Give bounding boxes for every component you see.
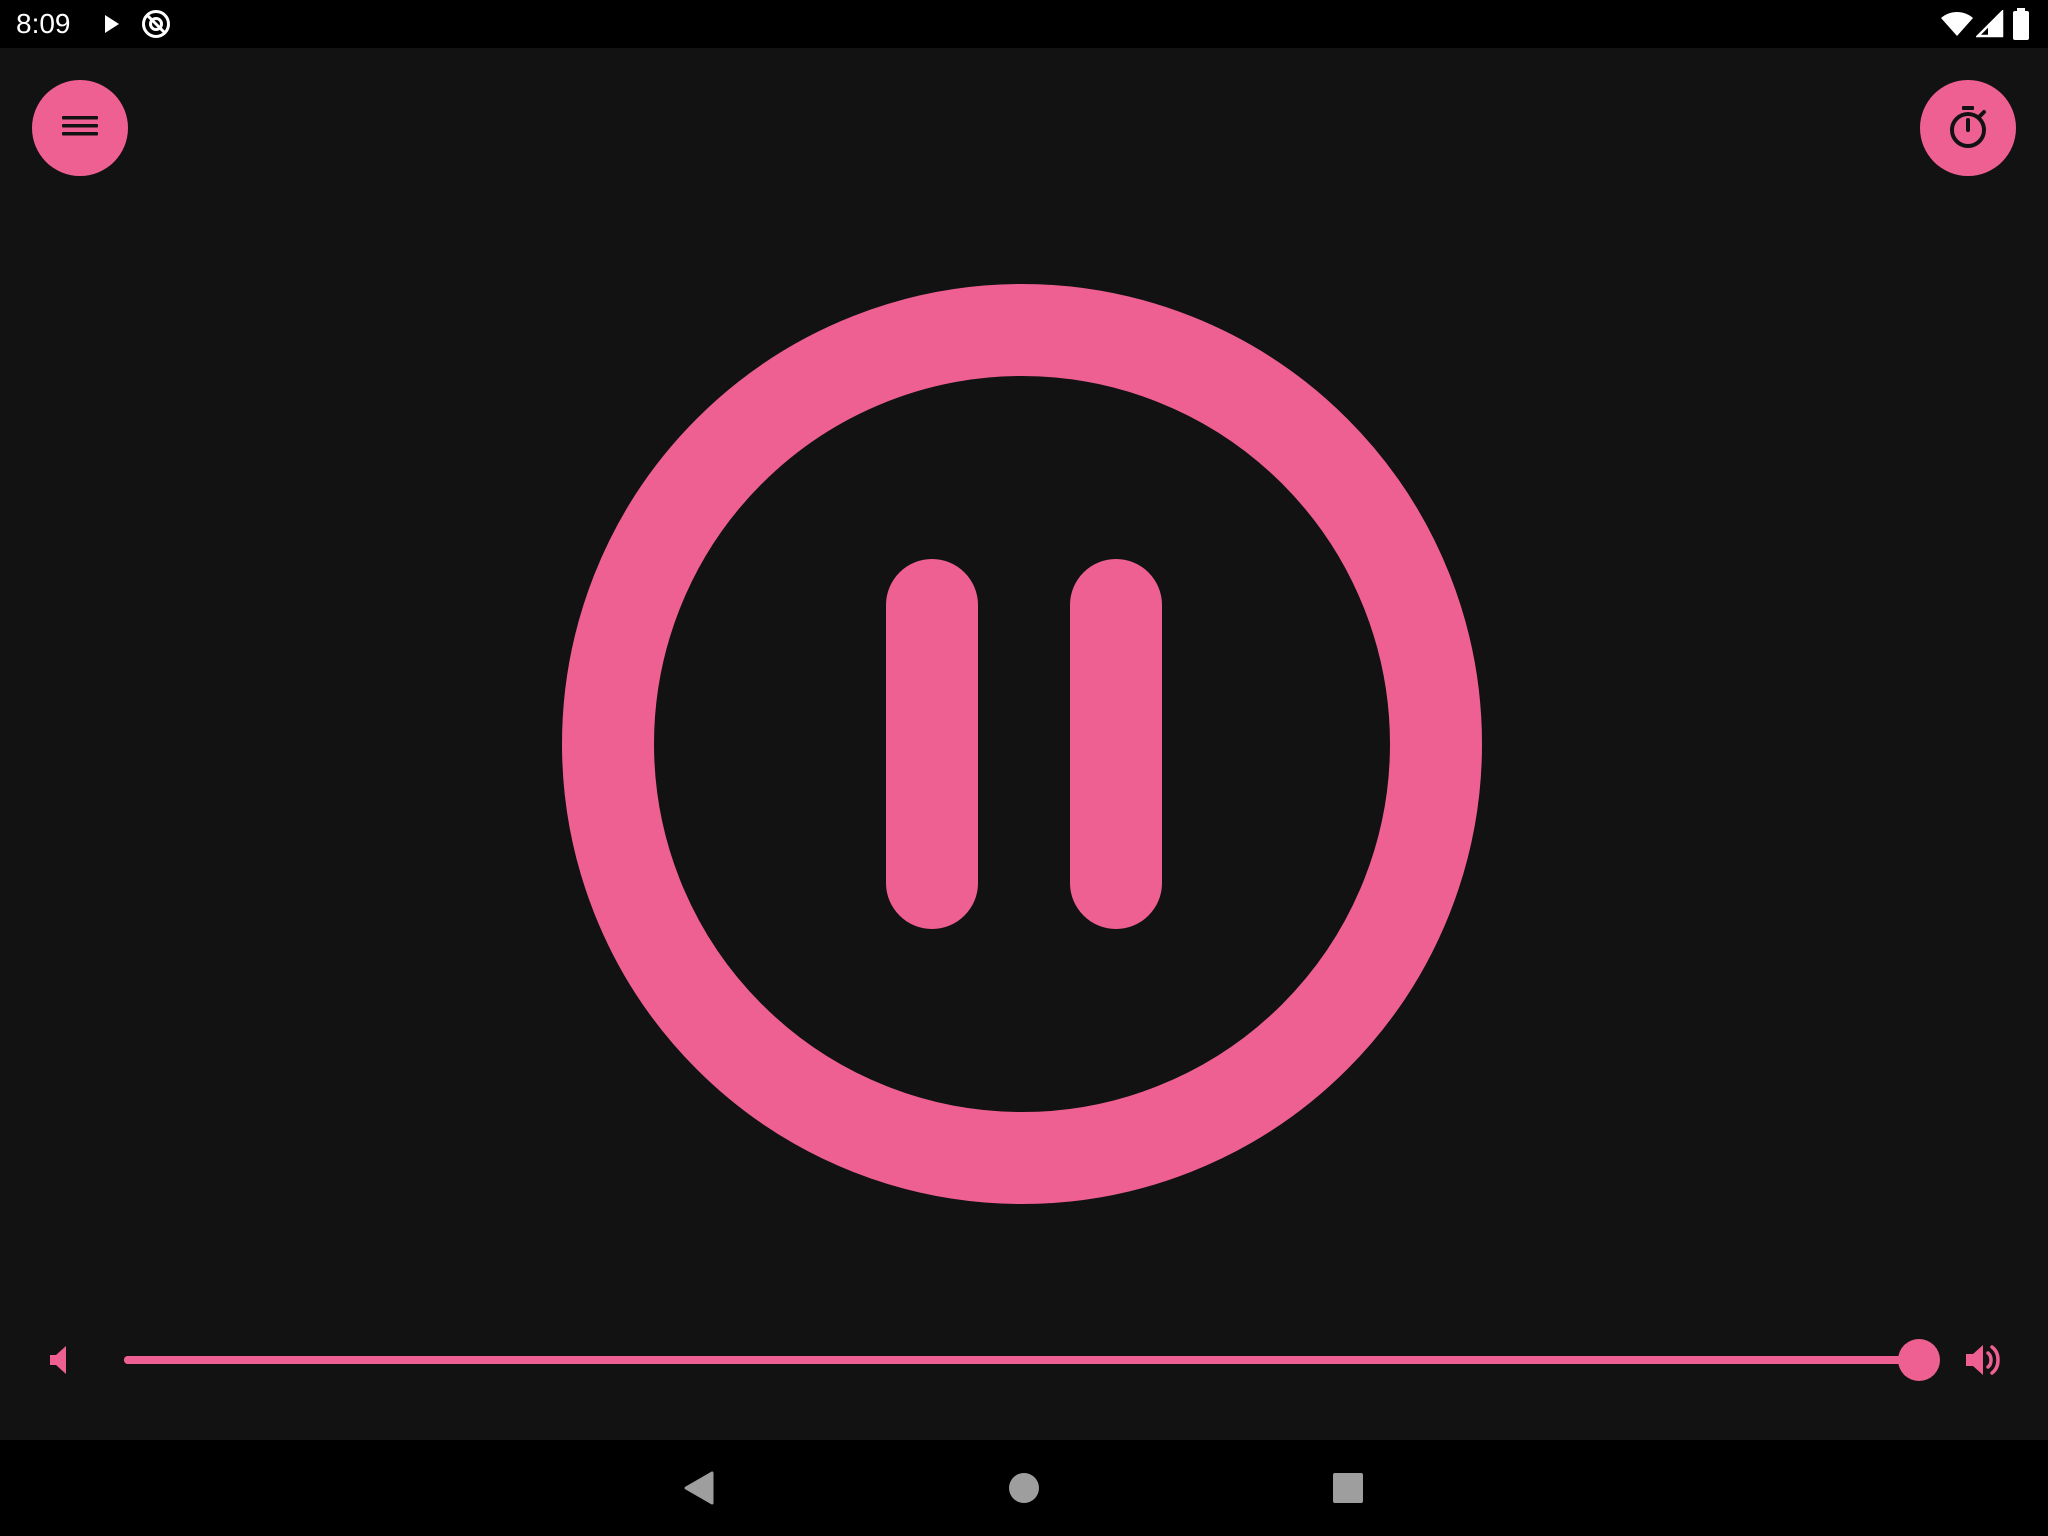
battery-icon <box>2013 8 2029 40</box>
volume-slider-thumb[interactable] <box>1898 1339 1940 1381</box>
pause-icon <box>562 284 1482 1204</box>
recents-icon <box>1333 1473 1363 1503</box>
volume-mute-icon[interactable] <box>44 1342 80 1378</box>
main-content <box>0 48 2048 1440</box>
recents-button[interactable] <box>1300 1440 1396 1536</box>
status-time: 8:09 <box>16 8 71 39</box>
status-bar: 8:09 <box>0 0 2048 48</box>
menu-button[interactable] <box>32 80 128 176</box>
timer-icon <box>1950 106 1986 148</box>
pause-button[interactable] <box>560 282 1484 1206</box>
back-button[interactable] <box>652 1440 748 1536</box>
cellular-signal-icon <box>1976 10 2004 38</box>
no-data-saver-icon <box>142 10 170 38</box>
navigation-bar <box>0 1440 2048 1536</box>
volume-slider-fill <box>124 1356 1919 1364</box>
volume-slider[interactable] <box>124 1339 1940 1381</box>
wifi-icon <box>1941 12 1973 36</box>
timer-button[interactable] <box>1920 80 2016 176</box>
home-button[interactable] <box>976 1440 1072 1536</box>
menu-icon <box>62 116 98 136</box>
back-icon <box>684 1471 714 1505</box>
play-notification-icon <box>105 15 119 33</box>
volume-up-icon[interactable] <box>1962 1338 2006 1382</box>
home-icon <box>1009 1473 1039 1503</box>
